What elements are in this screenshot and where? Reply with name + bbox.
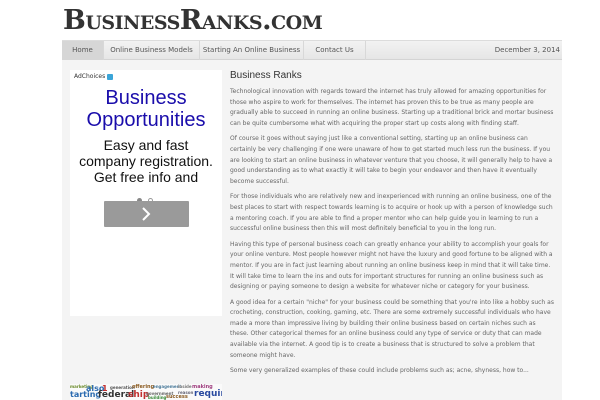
article-title: Business Ranks xyxy=(230,70,302,81)
tag-word[interactable]: inside xyxy=(178,384,192,389)
article-paragraph: Some very generalized examples of these … xyxy=(230,367,529,375)
article-paragraph: Of course it goes without saying just li… xyxy=(230,135,553,185)
nav-starting-an-online-business[interactable]: Starting An Online Business xyxy=(200,41,304,60)
sidebar: AdChoices Business Opportunities Easy an… xyxy=(70,70,222,400)
main-article: Business Ranks Technological innovation … xyxy=(230,70,555,382)
ad-body-line: company registration. xyxy=(79,153,213,169)
adchoices-label: AdChoices xyxy=(74,73,106,80)
ad-body[interactable]: Easy and fast company registration. Get … xyxy=(70,137,222,185)
tag-word[interactable]: tarting xyxy=(70,390,101,399)
nav-online-business-models[interactable]: Online Business Models xyxy=(104,41,200,60)
main-nav: Home Online Business Models Starting An … xyxy=(62,40,562,60)
adchoices-icon xyxy=(107,73,114,80)
article-paragraph: A good idea for a certain "niche" for yo… xyxy=(230,298,554,359)
tag-word[interactable]: building xyxy=(148,395,166,400)
tag-cloud: marketing also 1 generation offering eng… xyxy=(70,384,222,400)
site-title[interactable]: BusinessRanks.com xyxy=(63,5,323,37)
article-paragraph: Technological innovation with regards to… xyxy=(230,88,554,127)
ad-body-line: Easy and fast xyxy=(103,137,189,153)
ad-body-line: Get free info and xyxy=(93,169,199,185)
tag-word[interactable]: require xyxy=(194,389,222,399)
nav-contact-us[interactable]: Contact Us xyxy=(304,41,366,60)
ad-banner[interactable]: AdChoices Business Opportunities Easy an… xyxy=(70,70,222,316)
nav-home[interactable]: Home xyxy=(62,41,104,60)
ad-headline-line: Business xyxy=(105,87,187,109)
ad-next-button[interactable] xyxy=(104,201,189,227)
article-paragraph: Having this type of personal business co… xyxy=(230,240,553,291)
chevron-right-icon xyxy=(142,207,151,221)
tag-word[interactable]: success xyxy=(166,394,188,400)
adchoices-link[interactable]: AdChoices xyxy=(74,73,114,80)
current-date: December 3, 2014 xyxy=(494,46,560,54)
ad-headline-line: Opportunities xyxy=(86,109,206,131)
ad-headline[interactable]: Business Opportunities xyxy=(70,87,222,131)
article-paragraph: For those individuals who are relatively… xyxy=(230,193,553,233)
